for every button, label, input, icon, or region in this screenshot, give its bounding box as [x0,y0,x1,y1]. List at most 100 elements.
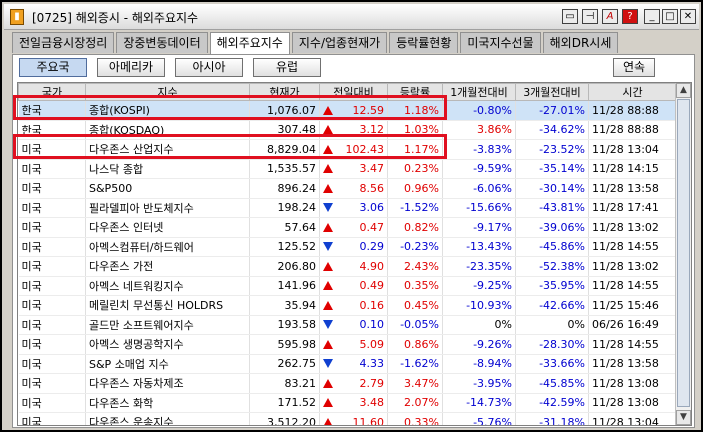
column-header-1[interactable]: 지수 [85,83,250,101]
change-value: 3.48 [359,396,385,410]
change-cell: 0.29 [319,237,388,257]
table-row[interactable]: 한국 종합(KOSDAQ) 307.48 3.12 1.03% 3.86% -34.62% 1… [18,120,677,140]
table-row[interactable]: 미국 아멕스컴퓨터/하드웨어 125.52 0.29 -0.23% -13.43% -45.… [18,237,677,257]
window-title: [0725] 해외증시 - 해외주요지수 [32,11,199,25]
table-row[interactable]: 미국 골드만 소프트웨어지수 193.58 0.10 -0.05% 0% 0% 06/26 1… [18,315,677,335]
tab-6[interactable]: 해외DR시세 [542,32,619,53]
table-row[interactable]: 미국 다우존스 가전 206.80 4.90 2.43% -23.35% -52.38% 11… [18,256,677,277]
tab-5[interactable]: 미국지수선물 [460,32,541,53]
change-cell: 3.48 [319,393,388,413]
help-icon[interactable]: ? [622,9,638,24]
price-cell: 307.48 [249,120,320,140]
table-row[interactable]: 미국 메릴린치 무선통신 HOLDRS 35.94 0.16 0.45% -10.93% -… [18,295,677,316]
table-row[interactable]: 미국 S&P500 896.24 8.56 0.96% -6.06% -30.14% 11/2… [18,178,677,199]
table-row[interactable]: 미국 다우존스 자동차제조 83.21 2.79 3.47% -3.95% -45.85% 1… [18,373,677,394]
time-cell: 11/28 14:15 [588,159,677,179]
scroll-up-icon[interactable]: ▲ [676,83,691,98]
country-cell: 미국 [18,159,86,179]
column-header-2[interactable]: 현재가 [249,83,320,101]
table-row[interactable]: 미국 다우존스 화학 171.52 3.48 2.07% -14.73% -42.59% 11… [18,393,677,413]
index-name-cell: 아멕스 생명공학지수 [85,334,250,355]
country-cell: 미국 [18,373,86,394]
column-header-5[interactable]: 1개월전대비 [442,83,516,101]
column-header-7[interactable]: 시간 [588,83,677,101]
table-row[interactable]: 미국 다우존스 인터넷 57.64 0.47 0.82% -9.17% -39.06% 11/… [18,217,677,238]
vertical-scrollbar[interactable]: ▲ ▼ [675,83,691,425]
title-bar[interactable]: ▮ [0725] 해외증시 - 해외주요지수 ▭ ⊣ A ? _ □ ✕ [4,4,699,30]
tab-1[interactable]: 장중변동데이터 [116,32,208,53]
table-row[interactable]: 미국 다우존스 운송지수 3,512.20 11.60 0.33% -5.76% -31.1… [18,412,677,426]
change-cell: 0.16 [319,295,388,316]
time-cell: 11/28 13:58 [588,178,677,199]
table-row[interactable]: 미국 S&P 소매업 지수 262.75 4.33 -1.62% -8.94% -33.66… [18,354,677,374]
region-button-0[interactable]: 주요국 [19,58,87,77]
month3-change-cell: -23.52% [515,139,589,160]
country-cell: 한국 [18,100,86,121]
index-name-cell: 다우존스 자동차제조 [85,373,250,394]
index-name-cell: S&P500 [85,178,250,199]
column-header-0[interactable]: 국가 [18,83,86,101]
change-cell: 4.33 [319,354,388,374]
rate-cell: -1.52% [387,198,443,218]
table-row[interactable]: 미국 나스닥 종합 1,535.57 3.47 0.23% -9.59% -35.14% 11… [18,159,677,179]
price-cell: 206.80 [249,256,320,277]
table-row[interactable]: 미국 아멕스 네트워킹지수 141.96 0.49 0.35% -9.25% -35.95%… [18,276,677,296]
price-cell: 8,829.04 [249,139,320,160]
time-cell: 11/28 13:04 [588,139,677,160]
column-header-4[interactable]: 등락률 [387,83,443,101]
month1-change-cell: -14.73% [442,393,516,413]
tab-4[interactable]: 등락률현황 [389,32,459,53]
region-button-1[interactable]: 아메리카 [97,58,165,77]
scroll-down-icon[interactable]: ▼ [676,410,691,425]
rate-cell: -0.23% [387,237,443,257]
month1-change-cell: 3.86% [442,120,516,140]
region-button-3[interactable]: 유럽 [253,58,321,77]
maximize-icon[interactable]: □ [662,9,678,24]
country-cell: 미국 [18,393,86,413]
price-cell: 1,076.07 [249,100,320,121]
scroll-thumb[interactable] [677,99,690,407]
change-value: 4.90 [359,259,385,273]
table-row[interactable]: 미국 다우존스 산업지수 8,829.04 102.43 1.17% -3.83% -23.… [18,139,677,160]
rate-cell: 0.82% [387,217,443,238]
rate-cell: 0.45% [387,295,443,316]
rate-cell: 0.96% [387,178,443,199]
month3-change-cell: -45.86% [515,237,589,257]
price-cell: 1,535.57 [249,159,320,179]
region-button-2[interactable]: 아시아 [175,58,243,77]
tab-2[interactable]: 해외주요지수 [209,32,290,54]
tab-0[interactable]: 전일금융시장정리 [12,32,115,53]
font-icon[interactable]: A [602,9,618,24]
rate-cell: 3.47% [387,373,443,394]
time-cell: 11/28 14:55 [588,237,677,257]
index-name-cell: 다우존스 산업지수 [85,139,250,160]
month3-change-cell: -52.38% [515,256,589,277]
up-triangle-icon [323,300,333,310]
up-triangle-icon [323,183,333,193]
up-triangle-icon [323,417,333,425]
country-cell: 미국 [18,139,86,160]
table-row[interactable]: 한국 종합(KOSPI) 1,076.07 12.59 1.18% -0.80% -27.0… [18,100,677,121]
index-name-cell: 나스닥 종합 [85,159,250,179]
tab-3[interactable]: 지수/업종현재가 [291,32,388,53]
index-name-cell: 아멕스 네트워킹지수 [85,276,250,296]
continuous-button[interactable]: 연속 [613,58,655,77]
month1-change-cell: -3.95% [442,373,516,394]
minimize-icon[interactable]: _ [644,9,660,24]
change-value: 4.33 [359,357,385,371]
change-value: 11.60 [352,415,385,426]
column-header-6[interactable]: 3개월전대비 [515,83,589,101]
close-icon[interactable]: ✕ [680,9,696,24]
change-cell: 3.47 [319,159,388,179]
column-header-3[interactable]: 전일대비 [319,83,388,101]
table-row[interactable]: 미국 필라델피아 반도체지수 198.24 3.06 -1.52% -15.66% -43.… [18,198,677,218]
month1-change-cell: -13.43% [442,237,516,257]
time-cell: 11/28 88:88 [588,120,677,140]
change-cell: 12.59 [319,100,388,121]
pin-icon[interactable]: ⊣ [582,9,598,24]
change-cell: 11.60 [319,412,388,426]
table-row[interactable]: 미국 아멕스 생명공학지수 595.98 5.09 0.86% -9.26% -28.30%… [18,334,677,355]
time-cell: 11/28 13:02 [588,217,677,238]
change-value: 0.16 [359,298,385,312]
restore-icon[interactable]: ▭ [562,9,578,24]
